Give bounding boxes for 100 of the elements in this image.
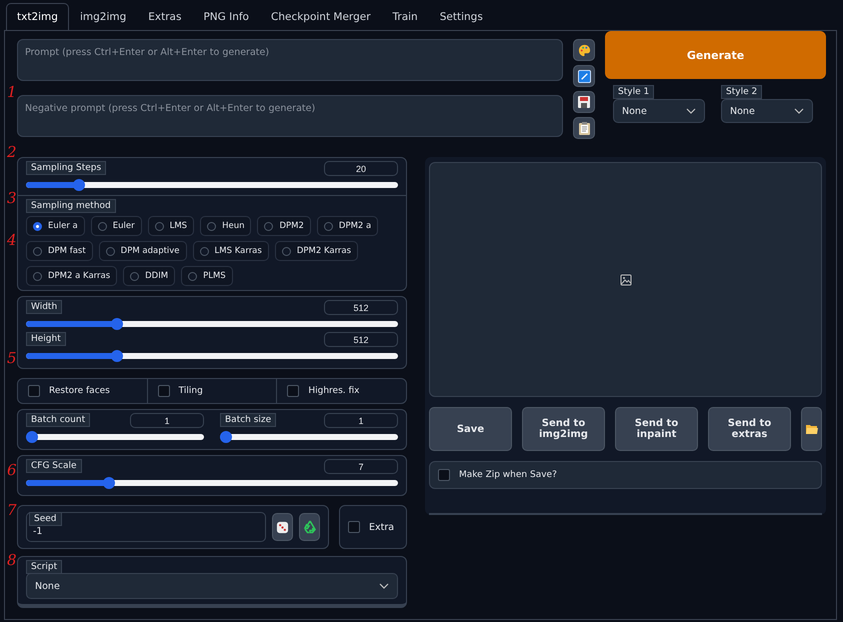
radio-button[interactable] <box>264 222 274 230</box>
slider[interactable] <box>220 431 398 443</box>
tab[interactable]: Checkpoint Merger <box>260 3 382 30</box>
chevron-down-icon <box>379 583 389 589</box>
radio-button[interactable] <box>282 246 291 256</box>
number-field[interactable]: 1 <box>324 413 398 428</box>
generate-button[interactable]: Generate <box>605 31 826 79</box>
annotation-number: 2 <box>7 143 17 161</box>
slider-thumb[interactable] <box>103 477 116 489</box>
number-field[interactable]: 512 <box>324 300 398 315</box>
slider-thumb[interactable] <box>72 179 85 191</box>
output-button[interactable]: Send to inpaint <box>615 407 698 451</box>
radio-button[interactable] <box>33 246 42 256</box>
radio-button[interactable] <box>33 222 42 230</box>
tab[interactable]: Settings <box>428 3 494 30</box>
tab[interactable]: Extras <box>137 3 192 30</box>
tab[interactable]: txt2img <box>6 3 69 30</box>
checkbox[interactable] <box>348 521 360 533</box>
number-field[interactable]: 7 <box>324 459 398 474</box>
dropdown-label: Style 2 <box>721 85 762 99</box>
random-seed-button[interactable] <box>272 513 293 541</box>
slider-label: Width <box>26 300 62 314</box>
slider[interactable] <box>26 477 398 489</box>
checkbox[interactable] <box>28 385 40 397</box>
sampler-option[interactable]: PLMS <box>181 266 233 286</box>
image-icon <box>620 274 632 286</box>
slider[interactable] <box>26 318 398 330</box>
annotation-number: 4 <box>7 231 17 249</box>
output-button[interactable]: Send to extras <box>708 407 791 451</box>
sampler-option[interactable]: LMS Karras <box>192 241 269 261</box>
negative-prompt-field[interactable]: Negative prompt (press Ctrl+Enter or Alt+Enter to generate) <box>17 95 563 137</box>
sampler-option[interactable]: DPM fast <box>26 241 93 261</box>
palette-button[interactable] <box>573 39 595 61</box>
checkbox-label: Restore faces <box>49 386 110 396</box>
checkmark-icon <box>578 70 590 82</box>
sampler-option[interactable]: Euler a <box>26 216 85 236</box>
slider-thumb[interactable] <box>110 318 123 330</box>
radio-button[interactable] <box>324 222 333 230</box>
annotation-number: 1 <box>7 83 17 101</box>
slider-label: Batch count <box>26 413 90 427</box>
dice-icon <box>276 520 289 534</box>
output-button[interactable]: Save <box>429 407 512 451</box>
slider-label: Batch size <box>220 413 276 427</box>
tab[interactable]: Train <box>382 3 429 30</box>
radio-button[interactable] <box>188 272 198 280</box>
number-field[interactable]: 512 <box>324 332 398 347</box>
slider-thumb[interactable] <box>26 431 38 443</box>
radio-button[interactable] <box>154 222 164 230</box>
radio-group-label: Sampling method <box>26 199 116 213</box>
slider-label: Sampling Steps <box>26 161 106 175</box>
slider[interactable] <box>26 179 398 191</box>
seed-field[interactable]: Seed -1 <box>26 512 266 542</box>
slider-thumb[interactable] <box>220 431 232 443</box>
slider-thumb[interactable] <box>110 350 123 362</box>
style-dropdown[interactable]: None <box>613 99 705 123</box>
number-field[interactable]: 20 <box>324 161 398 176</box>
checkbox-label: Highres. fix <box>308 386 360 396</box>
clipboard-button[interactable] <box>573 117 595 139</box>
open-folder-button[interactable] <box>801 407 822 451</box>
annotation-number: 7 <box>7 501 17 519</box>
sampler-option[interactable]: DPM2 a <box>316 216 378 236</box>
checkbox[interactable] <box>158 385 170 397</box>
sampler-option[interactable]: Heun <box>200 216 252 236</box>
sampler-option[interactable]: LMS <box>148 216 194 236</box>
sampler-option[interactable]: DPM2 a Karras <box>26 266 118 286</box>
script-dropdown[interactable]: None <box>26 573 398 599</box>
checkbox[interactable] <box>287 385 300 397</box>
save-button[interactable] <box>573 91 595 113</box>
annotation-number: 6 <box>7 461 17 479</box>
style-dropdown[interactable]: None <box>721 99 813 123</box>
prompt-field[interactable]: Prompt (press Ctrl+Enter or Alt+Enter to generate) <box>17 39 563 81</box>
slider-label: CFG Scale <box>26 459 82 473</box>
radio-button[interactable] <box>200 246 209 256</box>
slider[interactable] <box>26 431 204 443</box>
check-button[interactable] <box>573 65 595 87</box>
radio-button[interactable] <box>33 272 42 280</box>
radio-button[interactable] <box>106 246 115 256</box>
tab[interactable]: img2img <box>68 3 138 30</box>
checkbox-label: Tiling <box>178 386 203 396</box>
slider[interactable] <box>26 350 398 362</box>
sampler-option[interactable]: DPM adaptive <box>98 241 187 261</box>
annotation-number: 5 <box>7 349 17 367</box>
radio-button[interactable] <box>130 272 140 280</box>
chevron-down-icon <box>686 108 696 114</box>
tab[interactable]: PNG Info <box>192 3 260 30</box>
sampler-option[interactable]: DPM2 Karras <box>274 241 358 261</box>
checkbox-label: Extra <box>369 522 394 532</box>
checkbox-label: Make Zip when Save? <box>459 470 557 480</box>
number-field[interactable]: 1 <box>130 413 204 428</box>
sampler-option[interactable]: DDIM <box>123 266 176 286</box>
sampler-option[interactable]: DPM2 <box>257 216 311 236</box>
output-button[interactable]: Send to img2img <box>522 407 605 451</box>
annotation-number: 8 <box>7 551 17 569</box>
reuse-seed-button[interactable] <box>299 513 320 541</box>
checkbox[interactable] <box>438 469 450 481</box>
dropdown-label: Style 1 <box>613 85 654 99</box>
sampler-option[interactable]: Euler <box>90 216 142 236</box>
field-label: Seed <box>29 512 62 526</box>
radio-button[interactable] <box>98 222 107 230</box>
radio-button[interactable] <box>207 222 216 230</box>
